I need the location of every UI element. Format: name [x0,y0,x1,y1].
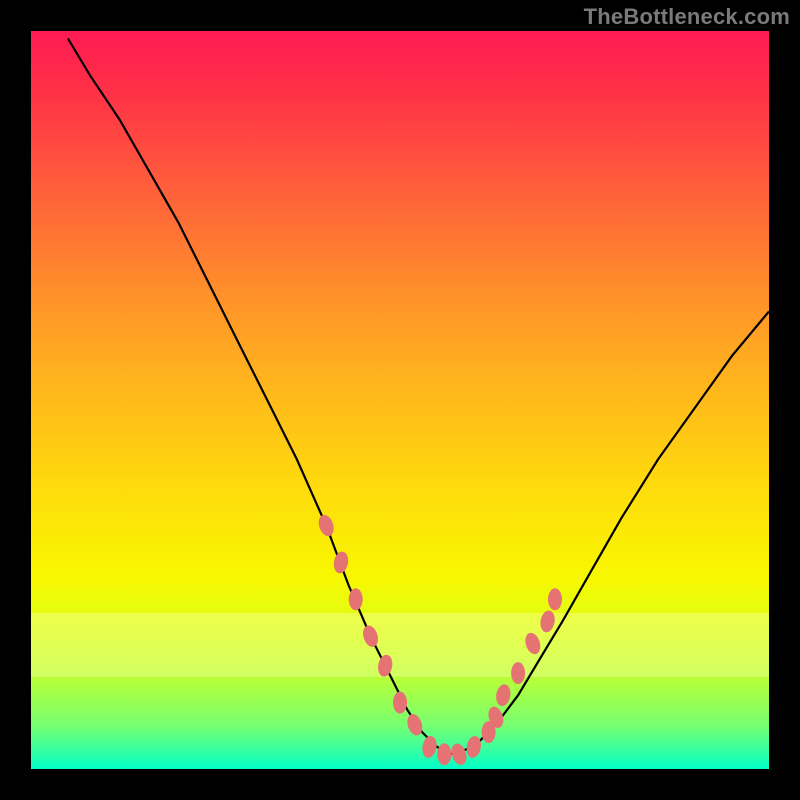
curve-svg [31,31,769,769]
marker-dot [376,654,394,678]
marker-dot [349,588,363,610]
highlighted-points-group [316,513,562,767]
marker-dot [511,662,525,684]
chart-container: TheBottleneck.com [0,0,800,800]
marker-dot [523,631,543,656]
marker-dot [539,609,557,633]
left-curve-path [68,38,452,754]
marker-dot [316,513,336,538]
marker-dot [449,742,469,767]
marker-dot [393,692,407,714]
marker-dot [332,550,350,574]
marker-dot [437,743,451,765]
marker-dot [405,712,425,737]
marker-dot [421,735,439,759]
curve-lines [68,38,769,754]
watermark-text: TheBottleneck.com [584,4,790,30]
marker-dot [465,735,483,759]
marker-dot [360,624,380,649]
marker-dot [548,588,562,610]
marker-dot [494,683,512,707]
